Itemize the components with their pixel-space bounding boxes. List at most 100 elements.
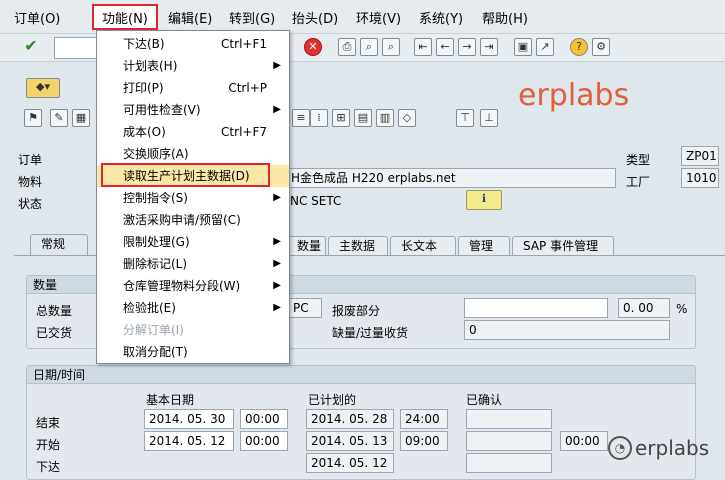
- menu-bar: 订单(O) 功能(N) 编辑(E) 转到(G) 抬头(D) 环境(V) 系统(Y…: [0, 0, 725, 34]
- short-over-label: 缺量/过量收货: [332, 326, 409, 340]
- plant-label: 工厂: [626, 175, 651, 189]
- menu-function[interactable]: 功能(N): [102, 8, 148, 27]
- prt-icon[interactable]: ▥: [376, 109, 394, 127]
- percent-unit: %: [676, 302, 688, 316]
- menu-item-wm-material-staging[interactable]: 仓库管理物料分段(W) ▶: [97, 275, 289, 297]
- basic-date-header: 基本日期: [146, 393, 195, 407]
- menu-item-print[interactable]: 打印(P) Ctrl+P: [97, 77, 289, 99]
- tab-master-data[interactable]: 主数据: [328, 236, 388, 256]
- menu-item-availability-check[interactable]: 可用性检查(V) ▶: [97, 99, 289, 121]
- release-confirmed-date: [466, 453, 552, 473]
- short-over-field: 0: [464, 320, 670, 340]
- menu-item-control-instructions[interactable]: 控制指令(S) ▶: [97, 187, 289, 209]
- submenu-arrow-icon: ▶: [273, 192, 281, 203]
- end-scheduled-date: 2014. 05. 28: [306, 409, 394, 429]
- delivered-label: 已交货: [36, 326, 73, 340]
- start-scheduled-time: 09:00: [400, 431, 448, 451]
- customize-layout-icon[interactable]: ⚙: [592, 38, 610, 56]
- menu-item-release[interactable]: 下达(B) Ctrl+F1: [97, 33, 289, 55]
- menu-item-deletion-flag[interactable]: 删除标记(L) ▶: [97, 253, 289, 275]
- sequence-icon[interactable]: ⁞: [310, 109, 328, 127]
- start-confirmed-date: [466, 431, 552, 451]
- menu-item-restrict-processing[interactable]: 限制处理(G) ▶: [97, 231, 289, 253]
- scrap-percent-field: 0. 00: [618, 298, 670, 318]
- first-page-icon[interactable]: ⇤: [414, 38, 432, 56]
- tab-general[interactable]: 常规: [30, 234, 88, 256]
- function-dropdown-menu: 下达(B) Ctrl+F1 计划表(H) ▶ 打印(P) Ctrl+P 可用性检查(V…: [96, 30, 290, 364]
- watermark-erplabs-bottom: erplabs: [635, 436, 710, 460]
- command-field[interactable]: [54, 37, 98, 59]
- start-basic-time[interactable]: 00:00: [240, 431, 288, 451]
- shortcut-icon[interactable]: ↗: [536, 38, 554, 56]
- end-confirmed-date: [466, 409, 552, 429]
- menu-help[interactable]: 帮助(H): [482, 8, 528, 27]
- find-next-icon[interactable]: ⌕: [382, 38, 400, 56]
- submenu-arrow-icon: ▶: [273, 302, 281, 313]
- order-type-field: ZP01: [681, 146, 719, 166]
- end-scheduled-time: 24:00: [400, 409, 448, 429]
- scrap-quantity-field[interactable]: [464, 298, 608, 318]
- menu-item-exchange-sequence[interactable]: 交换顺序(A): [97, 143, 289, 165]
- components-icon[interactable]: ▤: [354, 109, 372, 127]
- status-info-icon[interactable]: ℹ: [466, 190, 502, 210]
- network-icon[interactable]: ⊞: [332, 109, 350, 127]
- submenu-arrow-icon: ▶: [273, 258, 281, 269]
- tab-administration[interactable]: 管理: [458, 236, 510, 256]
- menu-item-split-order: 分解订单(I): [123, 323, 184, 337]
- start-basic-date[interactable]: 2014. 05. 12: [144, 431, 234, 451]
- release-label: 下达: [36, 460, 61, 474]
- prev-page-icon[interactable]: ←: [436, 38, 454, 56]
- help-icon[interactable]: ?: [570, 38, 588, 56]
- material-label: 物料: [18, 175, 43, 189]
- scheduled-header: 已计划的: [308, 393, 357, 407]
- header-dropdown-icon[interactable]: ◆▾: [26, 78, 60, 98]
- start-confirmed-time: 00:00: [560, 431, 608, 451]
- new-session-icon[interactable]: ▣: [514, 38, 532, 56]
- menu-order[interactable]: 订单(O): [14, 8, 60, 27]
- last-page-icon[interactable]: ⇥: [480, 38, 498, 56]
- start-label: 开始: [36, 438, 61, 452]
- flag-icon[interactable]: ⚑: [24, 109, 42, 127]
- structure2-icon[interactable]: ⊥: [480, 109, 498, 127]
- object-icon[interactable]: ◇: [398, 109, 416, 127]
- dates-group-title: 日期/时间: [27, 366, 695, 384]
- find-icon[interactable]: ⌕: [360, 38, 378, 56]
- watermark-erplabs: erplabs: [518, 78, 630, 113]
- menu-system[interactable]: 系统(Y): [419, 8, 463, 27]
- menu-edit[interactable]: 编辑(E): [168, 8, 212, 27]
- end-label: 结束: [36, 416, 61, 430]
- edit-doc-icon[interactable]: ✎: [50, 109, 68, 127]
- menu-item-schedule[interactable]: 计划表(H) ▶: [97, 55, 289, 77]
- status-text: NC SETC: [290, 194, 342, 208]
- cancel-icon[interactable]: ✕: [304, 38, 322, 56]
- menu-header[interactable]: 抬头(D): [292, 8, 338, 27]
- menu-item-cancel-assignment[interactable]: 取消分配(T): [97, 341, 289, 363]
- submenu-arrow-icon: ▶: [273, 236, 281, 247]
- enter-check-icon[interactable]: ✔: [22, 38, 40, 56]
- type-label: 类型: [626, 153, 651, 167]
- calculator-icon[interactable]: ▦: [72, 109, 90, 127]
- menu-item-activate-purchase-req[interactable]: 激活采购申请/预留(C): [97, 209, 289, 231]
- end-basic-time[interactable]: 00:00: [240, 409, 288, 429]
- menu-item-inspection-lot[interactable]: 检验批(E) ▶: [97, 297, 289, 319]
- tab-long-text[interactable]: 长文本: [390, 236, 456, 256]
- total-quantity-label: 总数量: [36, 304, 73, 318]
- tab-quantity[interactable]: 数量: [286, 236, 326, 256]
- unit-field: PC: [288, 298, 322, 318]
- submenu-arrow-icon: ▶: [273, 60, 281, 71]
- release-scheduled-date: 2014. 05. 12: [306, 453, 394, 473]
- print-icon[interactable]: ⎙: [338, 38, 356, 56]
- submenu-arrow-icon: ▶: [273, 104, 281, 115]
- menu-goto[interactable]: 转到(G): [229, 8, 275, 27]
- start-scheduled-date: 2014. 05. 13: [306, 431, 394, 451]
- status-label: 状态: [18, 197, 43, 211]
- next-page-icon[interactable]: →: [458, 38, 476, 56]
- menu-environment[interactable]: 环境(V): [356, 8, 401, 27]
- operations-icon[interactable]: ≡: [292, 109, 310, 127]
- wechat-icon: ◔: [608, 436, 632, 460]
- structure-icon[interactable]: ⊤: [456, 109, 474, 127]
- end-basic-date[interactable]: 2014. 05. 30: [144, 409, 234, 429]
- tab-sap-event-management[interactable]: SAP 事件管理: [512, 236, 614, 256]
- menu-item-costs[interactable]: 成本(O) Ctrl+F7: [97, 121, 289, 143]
- submenu-arrow-icon: ▶: [273, 280, 281, 291]
